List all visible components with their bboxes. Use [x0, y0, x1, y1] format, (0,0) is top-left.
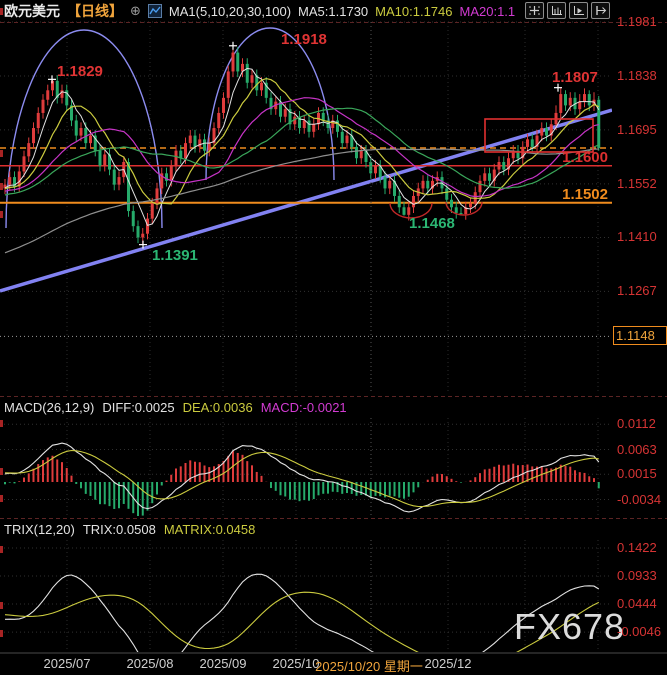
matrix-value: MATRIX:0.0458 — [164, 522, 256, 537]
trix-panel — [5, 574, 599, 674]
watermark: FX678 — [514, 606, 625, 648]
macd-header: MACD(26,12,9) DIFF:0.0025 DEA:0.0036 MAC… — [4, 400, 347, 415]
symbol-title: 欧元美元 — [4, 1, 60, 21]
add-indicator-icon[interactable]: ⊕ — [130, 3, 141, 19]
trix-line — [5, 574, 599, 674]
chart-type-icon[interactable] — [148, 4, 162, 18]
left-edge-mark — [0, 468, 3, 475]
candles — [4, 46, 601, 245]
trix-title: TRIX(12,20) — [4, 522, 75, 537]
macd-title: MACD(26,12,9) — [4, 400, 94, 415]
arch-drawing — [6, 30, 162, 228]
left-edge-mark — [0, 420, 3, 427]
left-edge-mark — [0, 546, 3, 553]
macd-diff-value: DIFF:0.0025 — [102, 400, 174, 415]
left-edge-mark — [0, 630, 3, 637]
ma5-value: MA5:1.1730 — [298, 4, 368, 19]
macd-value: MACD:-0.0021 — [261, 400, 347, 415]
gridlines — [0, 22, 612, 652]
chart-header: 欧元美元【日线】 ⊕ MA1(5,10,20,30,100) MA5:1.173… — [0, 0, 515, 22]
dea-line — [5, 451, 599, 507]
left-edge-mark — [0, 602, 3, 609]
ma-settings-label: MA1(5,10,20,30,100) — [169, 4, 291, 19]
left-edge-mark — [0, 211, 3, 218]
left-edge-mark — [0, 183, 3, 190]
double-bottom-circle — [390, 203, 432, 218]
diff-line — [5, 443, 599, 512]
macd-panel — [5, 443, 599, 516]
consolidation-box — [485, 119, 593, 152]
pan-icon[interactable] — [525, 2, 544, 19]
ma20-value: MA20:1.1 — [460, 4, 516, 19]
macd-dea-value: DEA:0.0036 — [183, 400, 253, 415]
axis-play-icon[interactable] — [569, 2, 588, 19]
ma10-value: MA10:1.1746 — [375, 4, 452, 19]
toolbar — [525, 2, 610, 19]
page-forward-icon[interactable] — [591, 2, 610, 19]
left-edge-mark — [0, 150, 3, 157]
matrix-line — [5, 592, 599, 665]
left-edge-mark — [0, 495, 3, 502]
trix-value: TRIX:0.0508 — [83, 522, 156, 537]
chart-canvas[interactable] — [0, 0, 667, 674]
axis-zoom-icon[interactable] — [547, 2, 566, 19]
main-panel — [0, 28, 612, 291]
trix-header: TRIX(12,20) TRIX:0.0508 MATRIX:0.0458 — [4, 522, 255, 537]
timeframe-label: 【日线】 — [67, 1, 123, 21]
